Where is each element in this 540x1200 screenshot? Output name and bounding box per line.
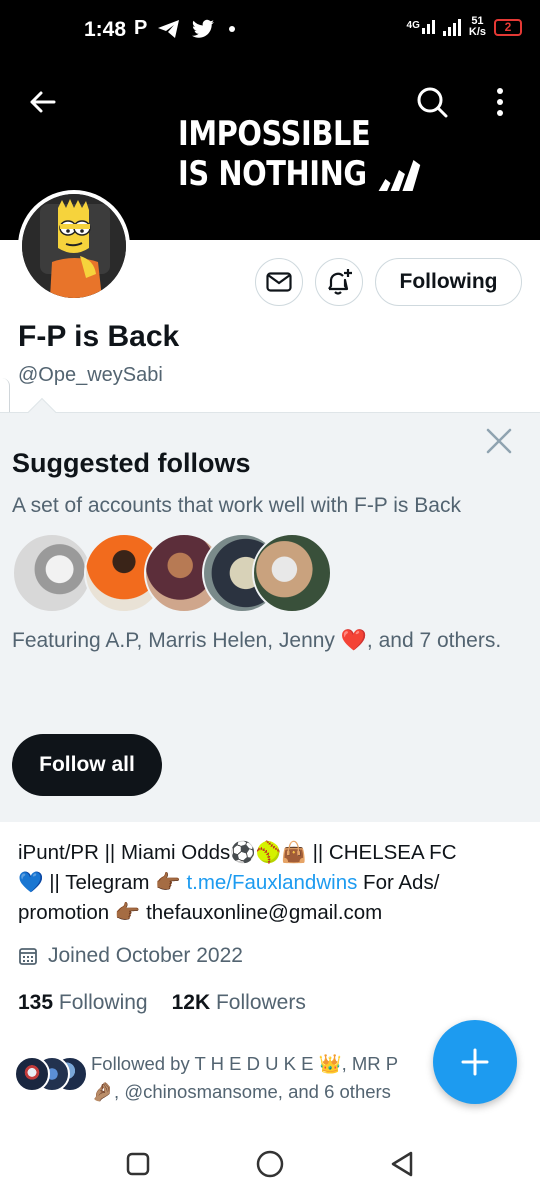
net-speed: 51 K/s [469,16,486,38]
suggested-avatars[interactable] [12,533,352,613]
dot-icon [229,25,236,32]
notify-button[interactable] [315,258,363,306]
followers-label: Followers [215,991,306,1014]
banner-slogan: IMPOSSIBLE IS NOTHING [178,114,425,194]
more-button[interactable] [478,80,522,124]
following-count: 135 [18,991,54,1014]
plus-icon [461,1048,489,1076]
following-button[interactable]: Following [375,258,522,306]
p-notification-icon: P [134,17,148,39]
suggested-avatar [12,533,92,613]
home-button[interactable] [252,1146,288,1182]
telegram-link[interactable]: t.me/Fauxlandwins [186,871,357,894]
arrow-left-icon [30,91,56,113]
battery-icon: 2 [494,18,522,36]
followed-by-text: Followed by T H E D U K E 👑, MR P 🤌🏽, @c… [91,1053,398,1102]
bio-line-1: iPunt/PR || Miami Odds⚽🥎👜 || CHELSEA FC [18,841,457,864]
envelope-icon [266,272,292,292]
followers-count: 12K [171,991,211,1014]
close-suggestions-button[interactable] [486,428,512,454]
bell-plus-icon [328,269,352,295]
system-nav-bar [0,1128,540,1200]
signal-4g-icon: 4G [407,20,435,34]
following-label: Following [58,991,148,1014]
joined-date: Joined October 2022 [18,944,243,968]
status-bar: 1:48 P 4G 51 K/s 2 [0,0,540,60]
featuring-text: Featuring A.P, Marris Helen, Jenny ❤️, a… [12,629,502,652]
user-handle: @Ope_weySabi [18,364,163,386]
telegram-icon [158,19,180,38]
net-type: 4G [406,20,420,31]
back-button[interactable] [20,80,64,124]
bio-line-3: promotion 👉🏾 thefauxonline@gmail.com [18,901,383,924]
follow-all-button[interactable]: Follow all [12,734,162,796]
twitter-icon [192,19,215,38]
avatar-image [22,194,126,298]
more-vertical-icon [497,88,503,116]
joined-text: Joined October 2022 [48,944,243,967]
suggested-avatar [252,533,332,613]
circle-icon [256,1150,284,1178]
bio-line-2: 💙 || Telegram 👉🏾 [18,871,187,894]
follow-stats: 135 Following 12K Followers [18,991,306,1015]
profile-bio: iPunt/PR || Miami Odds⚽🥎👜 || CHELSEA FC … [18,838,518,928]
battery-level: 2 [504,20,512,34]
square-icon [126,1152,150,1176]
compose-tweet-button[interactable] [433,1020,517,1104]
display-name: F-P is Back [18,320,180,353]
recents-button[interactable] [120,1146,156,1182]
triangle-back-icon [391,1151,413,1177]
calendar-icon [19,948,37,965]
bio-line-2-suffix: For Ads/ [357,871,440,894]
suggested-follows-title: Suggested follows [12,448,251,478]
net-speed-unit: K/s [468,26,486,38]
status-time: 1:48 [84,18,127,41]
suggested-follows-subtitle: A set of accounts that work well with F-… [12,494,461,517]
message-button[interactable] [255,258,303,306]
notification-icons: P [134,17,236,40]
banner-line-2: IS NOTHING [178,154,367,194]
back-nav-button[interactable] [384,1146,420,1182]
banner-line-1: IMPOSSIBLE [178,114,371,154]
profile-avatar[interactable] [18,190,130,302]
adidas-logo-icon [378,160,421,191]
followed-by-avatars [14,1056,88,1096]
avatar-illustration [22,194,126,298]
followers-stat[interactable]: 12K Followers [172,991,306,1015]
status-right: 4G 51 K/s 2 [407,16,522,38]
close-icon [486,428,512,454]
following-stat[interactable]: 135 Following [18,991,148,1015]
signal-icon [442,18,461,36]
follower-avatar [14,1056,50,1092]
